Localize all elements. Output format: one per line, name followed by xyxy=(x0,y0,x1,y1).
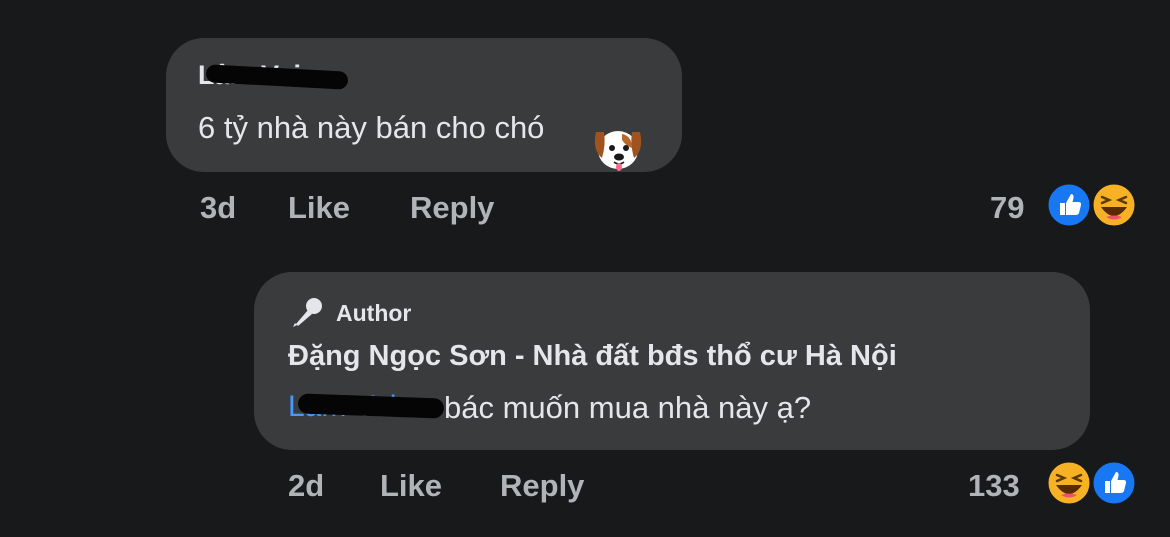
author-badge-label: Author xyxy=(336,300,412,326)
reply-bubble: Author Đặng Ngọc Sơn - Nhà đất bđs thổ c… xyxy=(254,272,1090,450)
haha-icon[interactable] xyxy=(1045,459,1093,507)
reply-button[interactable]: Reply xyxy=(410,190,494,226)
like-button[interactable]: Like xyxy=(380,468,442,504)
haha-icon[interactable] xyxy=(1090,181,1138,229)
comment-time[interactable]: 3d xyxy=(200,190,236,226)
microphone-icon xyxy=(293,298,322,327)
like-icon[interactable] xyxy=(1045,181,1093,229)
like-icon[interactable] xyxy=(1090,459,1138,507)
comment-thread: Lâm Voi 6 tỷ nhà này bán cho chó 3d Like… xyxy=(0,0,1170,537)
reaction-count[interactable]: 133 xyxy=(968,468,1020,504)
comment-bubble: Lâm Voi 6 tỷ nhà này bán cho chó xyxy=(166,38,682,172)
reply-time[interactable]: 2d xyxy=(288,468,324,504)
reply-author-name[interactable]: Đặng Ngọc Sơn - Nhà đất bđs thổ cư Hà Nộ… xyxy=(288,340,897,373)
comment-text: 6 tỷ nhà này bán cho chó xyxy=(198,110,545,145)
reply-text: bác muốn mua nhà này ạ? xyxy=(444,390,812,425)
like-button[interactable]: Like xyxy=(288,190,350,226)
dog-face-emoji xyxy=(594,131,642,171)
reply-button[interactable]: Reply xyxy=(500,468,584,504)
reaction-count[interactable]: 79 xyxy=(990,190,1024,226)
